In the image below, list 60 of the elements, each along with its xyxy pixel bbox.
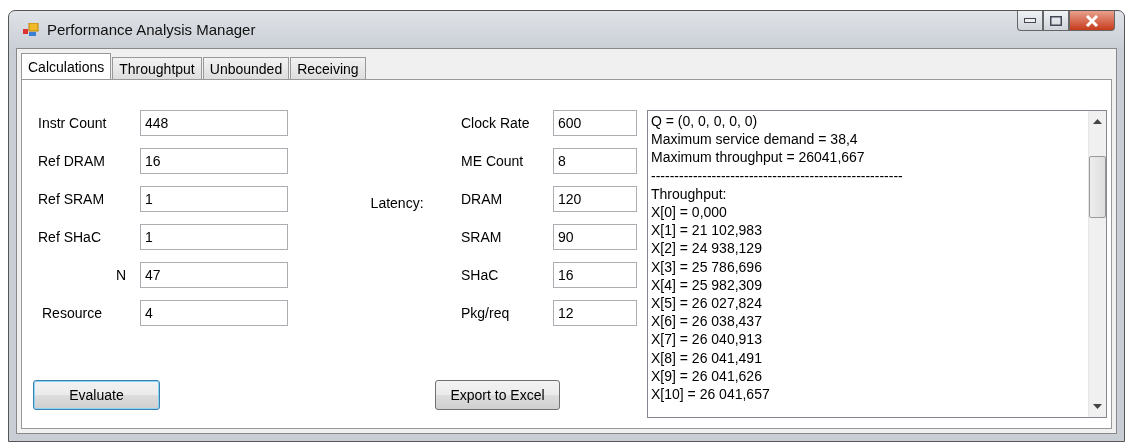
input-field[interactable]: 90 xyxy=(553,224,637,250)
app-icon xyxy=(23,22,39,37)
input-field[interactable]: 8 xyxy=(553,148,637,174)
output-line: Throughput: xyxy=(651,184,728,203)
input-field[interactable]: 600 xyxy=(553,110,637,136)
tab[interactable]: Calculations xyxy=(21,53,112,80)
output-line: X[0] = 0,000 xyxy=(651,203,728,222)
output-line: X[3] = 25 786,696 xyxy=(651,257,763,276)
output-line: Q = (0, 0, 0, 0, 0) xyxy=(651,112,759,131)
minimize-icon xyxy=(1024,18,1036,23)
output-line: ------------------------------------------------------ xyxy=(651,166,904,185)
field-label: ME Count xyxy=(461,152,524,171)
output-line: X[8] = 26 041,491 xyxy=(651,348,763,367)
output-line: X[1] = 21 102,983 xyxy=(651,221,763,240)
close-icon xyxy=(1085,14,1099,27)
action-button[interactable]: Evaluate xyxy=(33,380,160,410)
output-line: X[7] = 26 040,913 xyxy=(651,330,763,349)
action-button[interactable]: Export to Excel xyxy=(435,380,560,410)
output-line: X[9] = 26 041,626 xyxy=(651,366,763,386)
field-label: Clock Rate xyxy=(461,114,530,133)
output-line: X[2] = 24 938,129 xyxy=(651,239,763,258)
field-label: SHaC xyxy=(461,266,499,285)
input-field[interactable]: 47 xyxy=(140,262,288,288)
field-label: N xyxy=(115,266,127,283)
input-field[interactable]: 16 xyxy=(553,262,637,288)
input-field[interactable]: 12 xyxy=(553,300,637,326)
minimize-button[interactable] xyxy=(1017,11,1043,31)
input-field[interactable]: 448 xyxy=(140,110,288,136)
output-line: X[4] = 25 982,309 xyxy=(651,275,763,295)
field-label: Ref SHaC xyxy=(38,228,102,245)
field-label: Pkg/req xyxy=(461,304,510,323)
output-textbox[interactable] xyxy=(647,110,1107,418)
scroll-down-icon[interactable] xyxy=(1093,404,1102,409)
output-line: X[10] = 26 041,657 xyxy=(651,385,771,404)
input-field[interactable]: 1 xyxy=(140,186,288,212)
latency-label: Latency: xyxy=(370,194,425,213)
input-field[interactable]: 120 xyxy=(553,186,637,212)
maximize-button[interactable] xyxy=(1043,11,1069,31)
field-label: Resource xyxy=(41,304,102,321)
field-label: Ref DRAM xyxy=(38,152,105,169)
input-field[interactable]: 4 xyxy=(140,300,288,326)
tab[interactable]: Receiving xyxy=(290,57,366,80)
output-line: Maximum throughput = 26041,667 xyxy=(651,148,866,167)
tab[interactable]: Unbounded xyxy=(202,57,290,80)
field-label: DRAM xyxy=(461,190,503,209)
scroll-thumb[interactable] xyxy=(1089,156,1106,218)
maximize-icon xyxy=(1050,15,1062,26)
output-line: Maximum service demand = 38,4 xyxy=(651,130,859,149)
field-label: Ref SRAM xyxy=(38,190,105,207)
field-label: SRAM xyxy=(461,228,502,247)
close-button[interactable] xyxy=(1069,11,1115,31)
field-label: Instr Count xyxy=(38,114,107,131)
input-field[interactable]: 1 xyxy=(140,224,288,250)
input-field[interactable]: 16 xyxy=(140,148,288,174)
output-line: X[6] = 26 038,437 xyxy=(651,312,763,331)
output-line: X[5] = 26 027,824 xyxy=(651,294,763,313)
window-title: Performance Analysis Manager xyxy=(47,21,257,38)
scrollbar[interactable] xyxy=(1088,111,1106,417)
tab[interactable]: Throughtput xyxy=(112,57,202,80)
scroll-up-icon[interactable] xyxy=(1093,119,1102,124)
